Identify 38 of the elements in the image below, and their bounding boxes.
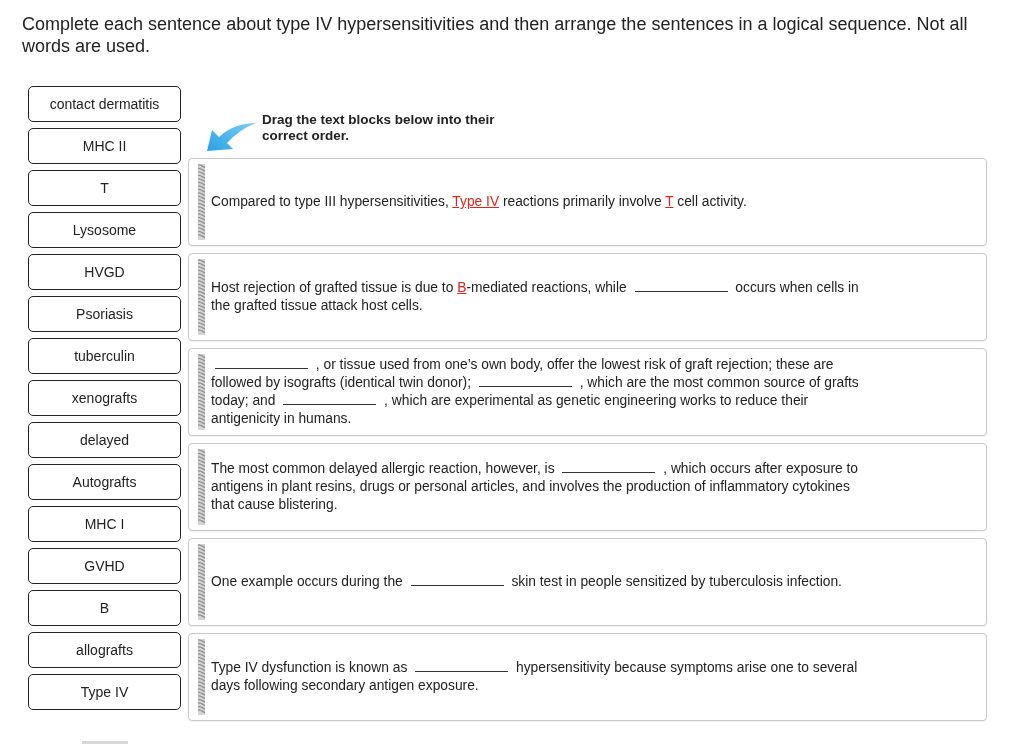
filled-answer[interactable]: B (457, 280, 467, 295)
word-tile[interactable]: Autografts (28, 464, 181, 500)
word-tile[interactable]: B (28, 590, 181, 626)
word-tile[interactable]: GVHD (28, 548, 181, 584)
sentence-text: Host rejection of grafted tissue is due to B-mediated reactions, while occurs when cells in the grafted tissue attack host cells. (211, 279, 860, 315)
drag-handle[interactable] (197, 354, 206, 430)
word-tile[interactable]: contact dermatitis (28, 86, 181, 122)
sentence-card[interactable]: Type IV dysfunction is known as hypersensitivity because symptoms arise one to several days following secondary antigen exposure. (188, 633, 987, 721)
sentence-text: The most common delayed allergic reaction, however, is , which occurs after exposure to antigens in plant resins, drugs or personal articles, and involves the production of inflammatory cytokines that cause blistering. (211, 460, 859, 514)
word-tile[interactable]: tuberculin (28, 338, 181, 374)
word-tile[interactable]: xenografts (28, 380, 181, 416)
word-tile[interactable]: HVGD (28, 254, 181, 290)
sentence-text: Compared to type III hypersensitivities, Type IV reactions primarily involve T cell activity. (211, 193, 748, 211)
drag-handle[interactable] (197, 164, 206, 240)
drag-handle[interactable] (197, 544, 206, 620)
drag-handle[interactable] (197, 259, 206, 335)
sentence-card[interactable]: Host rejection of grafted tissue is due to B-mediated reactions, while occurs when cells in the grafted tissue attack host cells. (188, 253, 987, 341)
word-tile[interactable]: allografts (28, 632, 181, 668)
drag-handle[interactable] (197, 449, 206, 525)
sentence-card[interactable]: One example occurs during the skin test in people sensitized by tuberculosis infection. (188, 538, 987, 626)
filled-answer[interactable]: T (665, 194, 674, 209)
word-tile[interactable]: delayed (28, 422, 181, 458)
word-tile[interactable]: Type IV (28, 674, 181, 710)
word-tile[interactable]: T (28, 170, 181, 206)
sentence-text: Type IV dysfunction is known as hypersensitivity because symptoms arise one to several days following secondary antigen exposure. (211, 659, 859, 695)
instructions-text: Complete each sentence about type IV hypersensitivities and then arrange the sentences in a logical sequence. Not all words are used. (22, 13, 969, 57)
sentence-text: One example occurs during the skin test in people sensitized by tuberculosis infection. (211, 573, 843, 591)
hint-text: Drag the text blocks below into their correct order. (262, 112, 496, 144)
filled-answer[interactable]: Type IV (452, 194, 500, 209)
word-tile[interactable]: Lysosome (28, 212, 181, 248)
drag-handle[interactable] (197, 639, 206, 715)
word-tile[interactable]: MHC II (28, 128, 181, 164)
sentence-card[interactable]: Compared to type III hypersensitivities, Type IV reactions primarily involve T cell activity. (188, 158, 987, 246)
word-tile[interactable]: Psoriasis (28, 296, 181, 332)
sentence-card[interactable] (188, 348, 987, 436)
sentence-card[interactable] (188, 443, 987, 531)
sentence-text: , or tissue used from one’s own body, offer the lowest risk of graft rejection; these are followed by isografts (identical twin donor); , which are the most common source of grafts today; and , which are experimental as genetic engineering works to reduce their antigenicity in humans. (211, 356, 860, 428)
word-tile[interactable]: MHC I (28, 506, 181, 542)
